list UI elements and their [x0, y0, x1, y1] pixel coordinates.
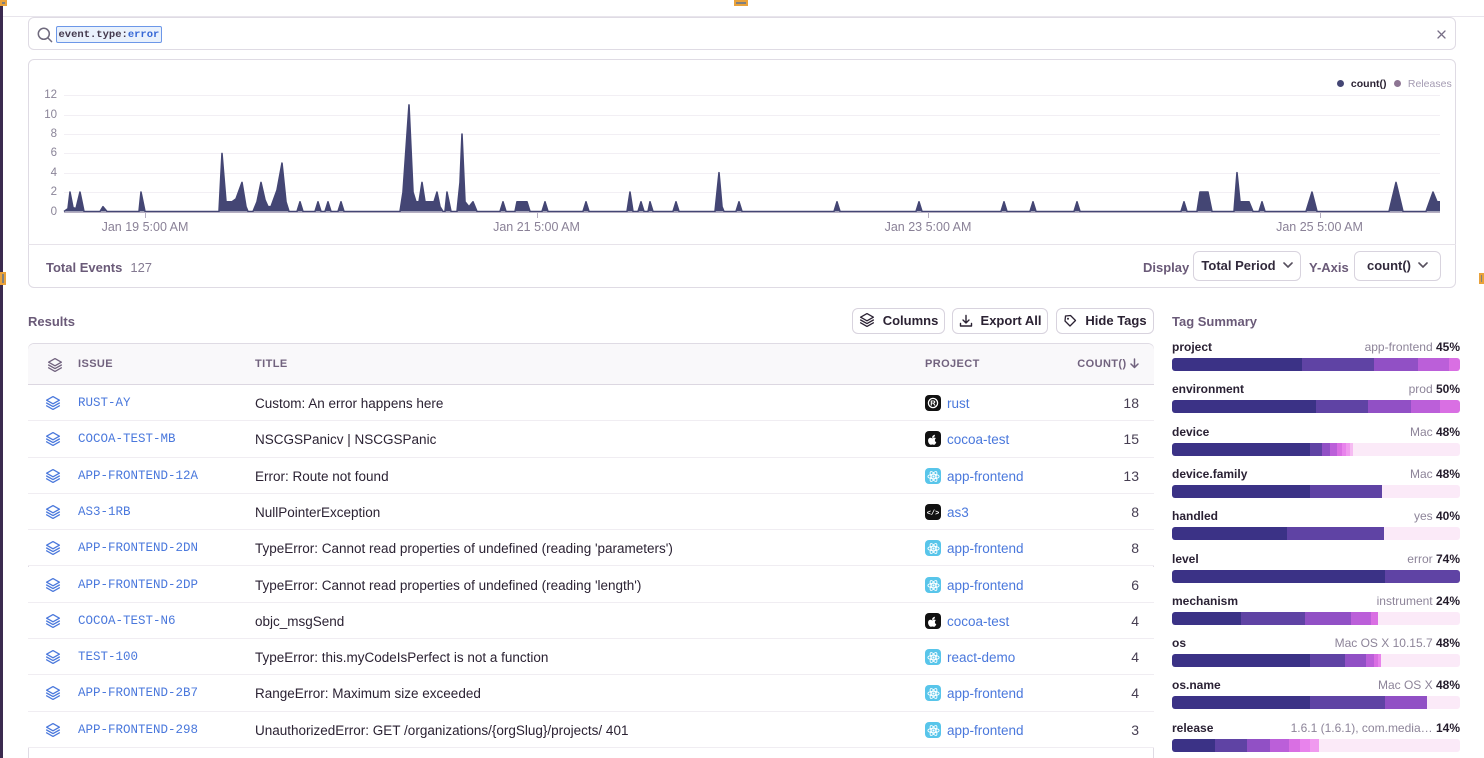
svg-text:R: R	[930, 399, 936, 408]
svg-text:</>: </>	[927, 510, 939, 518]
